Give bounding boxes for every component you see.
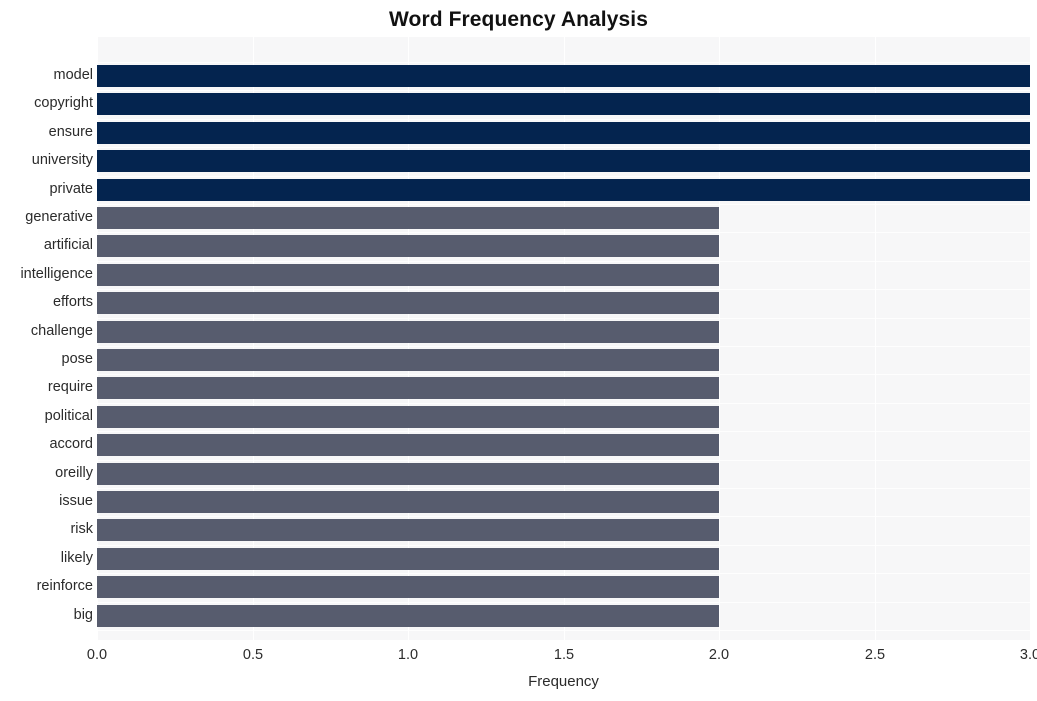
y-axis-tick-label: challenge: [30, 323, 93, 339]
y-axis-tick-label: reinforce: [36, 578, 93, 594]
bar[interactable]: [97, 65, 1030, 87]
gridline-y-3: [97, 147, 1030, 148]
gridline-y-14: [97, 460, 1030, 461]
gridline-y-16: [97, 516, 1030, 517]
chart-title: Word Frequency Analysis: [388, 8, 649, 31]
bar[interactable]: [97, 235, 719, 257]
y-axis-tick-label: private: [49, 181, 93, 197]
gridline-y-6: [97, 232, 1030, 233]
y-axis-tick-label: likely: [60, 550, 93, 566]
y-axis-tick-label: generative: [25, 209, 93, 225]
y-axis-tick-label: pose: [61, 351, 93, 367]
gridline-y-5: [97, 204, 1030, 205]
x-axis-title: Frequency: [528, 673, 599, 690]
gridline-y-9: [97, 318, 1030, 319]
gridline-y-7: [97, 261, 1030, 262]
gridline-y-13: [97, 431, 1030, 432]
x-axis-tick-label: 1.5: [553, 647, 575, 663]
y-axis-tick-label: political: [44, 408, 93, 424]
gridline-y-8: [97, 289, 1030, 290]
x-axis-tick-labels: 0.0 0.5 1.0 1.5 2.0 2.5 3.0: [0, 645, 1037, 669]
y-axis-tick-label: model: [53, 67, 94, 83]
y-axis-tick-label: university: [31, 152, 93, 168]
bar[interactable]: [97, 576, 719, 598]
bar[interactable]: [97, 377, 719, 399]
bar[interactable]: [97, 93, 1030, 115]
x-axis-tick-label: 1.0: [397, 647, 419, 663]
y-axis-tick-labels: model copyright ensure university private gen…: [0, 37, 93, 640]
y-axis-tick-label: risk: [70, 521, 93, 537]
bar[interactable]: [97, 207, 719, 229]
y-axis-tick-label: copyright: [34, 95, 93, 111]
bar[interactable]: [97, 548, 719, 570]
bar[interactable]: [97, 321, 719, 343]
x-axis-tick-label: 0.5: [242, 647, 264, 663]
bar[interactable]: [97, 519, 719, 541]
y-axis-tick-label: accord: [49, 436, 93, 452]
x-axis-tick-label: 2.0: [708, 647, 730, 663]
bar[interactable]: [97, 122, 1030, 144]
bar[interactable]: [97, 179, 1030, 201]
bar[interactable]: [97, 491, 719, 513]
gridline-y-17: [97, 545, 1030, 546]
gridline-y-10: [97, 346, 1030, 347]
gridline-y-1: [97, 90, 1030, 91]
bar[interactable]: [97, 349, 719, 371]
y-axis-tick-label: issue: [59, 493, 93, 509]
plot-area: [97, 37, 1031, 640]
bar[interactable]: [97, 150, 1030, 172]
gridline-y-0: [97, 62, 1030, 63]
chart-figure: Word Frequency Analysis model copyright en…: [0, 0, 1037, 701]
gridline-y-4: [97, 176, 1030, 177]
gridline-y-12: [97, 403, 1030, 404]
gridline-y-20: [97, 630, 1030, 631]
bar[interactable]: [97, 463, 719, 485]
y-axis-tick-label: oreilly: [55, 465, 93, 481]
gridline-y-15: [97, 488, 1030, 489]
gridline-y-19: [97, 602, 1030, 603]
bar[interactable]: [97, 264, 719, 286]
y-axis-tick-label: intelligence: [20, 266, 93, 282]
bar[interactable]: [97, 434, 719, 456]
x-axis-tick-label: 2.5: [864, 647, 886, 663]
x-axis-tick-label: 3.0: [1019, 647, 1037, 663]
y-axis-tick-label: artificial: [43, 237, 93, 253]
y-axis-tick-label: big: [73, 607, 93, 623]
bar[interactable]: [97, 406, 719, 428]
gridline-y-11: [97, 374, 1030, 375]
gridline-y-18: [97, 573, 1030, 574]
y-axis-tick-label: ensure: [48, 124, 93, 140]
y-axis-tick-label: efforts: [52, 294, 93, 310]
gridline-y-2: [97, 119, 1030, 120]
bar[interactable]: [97, 605, 719, 627]
gridline-x-6: [1030, 37, 1031, 640]
y-axis-tick-label: require: [47, 379, 93, 395]
x-axis-tick-label: 0.0: [86, 647, 108, 663]
bar[interactable]: [97, 292, 719, 314]
